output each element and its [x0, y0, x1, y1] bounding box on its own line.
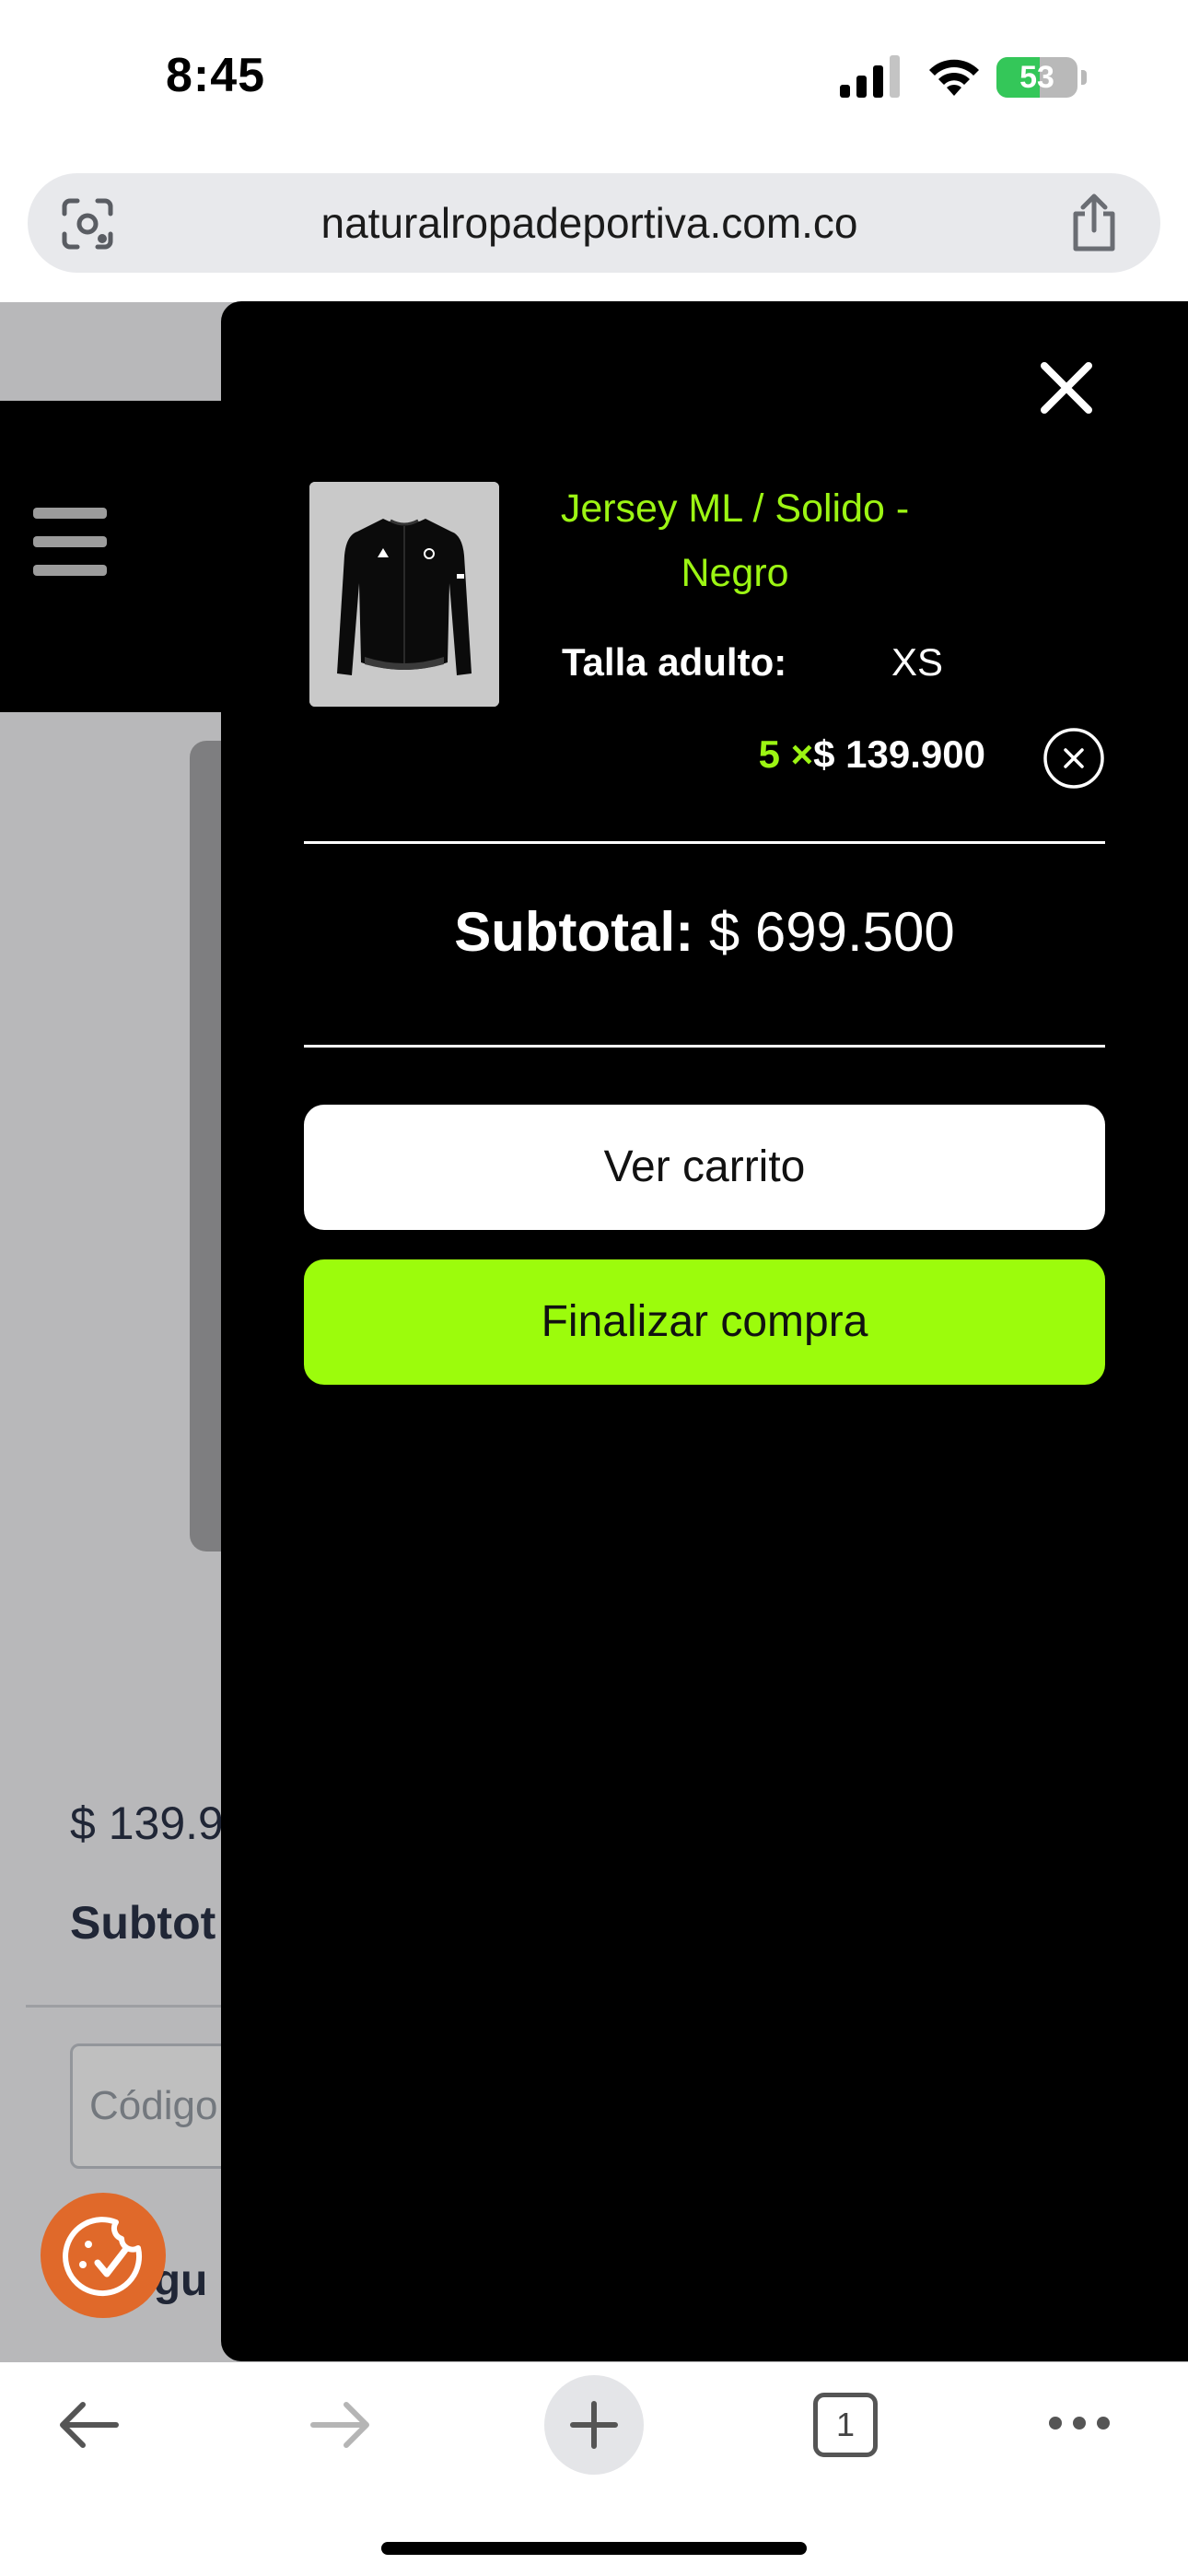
- status-bar: 8:45 53: [0, 0, 1188, 161]
- browser-toolbar: 1: [0, 2362, 1188, 2576]
- divider: [304, 1045, 1105, 1048]
- battery-percent: 53: [1019, 60, 1054, 95]
- size-value: XS: [891, 640, 944, 684]
- tabs-button[interactable]: 1: [813, 2393, 878, 2457]
- subtotal-label: Subtotal:: [454, 901, 694, 963]
- cart-drawer: Jersey ML / Solido - Negro Talla adulto:…: [221, 301, 1188, 2361]
- wifi-icon: [929, 59, 979, 96]
- subtotal-line: Subtotal: $ 699.500: [304, 900, 1105, 964]
- product-thumbnail[interactable]: [309, 482, 499, 707]
- share-icon[interactable]: [1068, 193, 1120, 252]
- new-tab-button[interactable]: [544, 2375, 644, 2475]
- view-cart-button[interactable]: Ver carrito: [304, 1105, 1105, 1230]
- plus-icon: [570, 2401, 618, 2449]
- cookie-check-icon: [63, 2217, 143, 2297]
- remove-item-icon[interactable]: [1042, 727, 1105, 790]
- cart-item-quantity-price: 5 ×$ 139.900: [681, 732, 985, 777]
- size-label: Talla adulto:: [562, 640, 787, 684]
- more-icon[interactable]: [1046, 2412, 1112, 2434]
- address-bar[interactable]: naturalropadeportiva.com.co: [28, 173, 1160, 273]
- status-time: 8:45: [166, 49, 266, 102]
- checkout-button[interactable]: Finalizar compra: [304, 1259, 1105, 1385]
- item-quantity: 5: [758, 732, 780, 776]
- url-text[interactable]: naturalropadeportiva.com.co: [129, 173, 1050, 273]
- back-arrow-icon[interactable]: [55, 2397, 122, 2453]
- divider: [304, 841, 1105, 844]
- home-indicator: [381, 2542, 807, 2555]
- lens-icon[interactable]: [61, 197, 114, 251]
- cookie-consent-button[interactable]: [41, 2193, 166, 2318]
- jersey-image: [309, 482, 499, 707]
- cart-item-name[interactable]: Jersey ML / Solido - Negro: [542, 476, 928, 605]
- subtotal-value: $ 699.500: [708, 901, 955, 963]
- battery-icon: 53: [996, 57, 1089, 98]
- forward-arrow-icon[interactable]: [308, 2397, 374, 2453]
- close-icon[interactable]: [1037, 358, 1096, 417]
- signal-icon: [840, 55, 900, 98]
- item-unit-price: $ 139.900: [813, 732, 985, 776]
- times-sign: ×: [790, 732, 814, 776]
